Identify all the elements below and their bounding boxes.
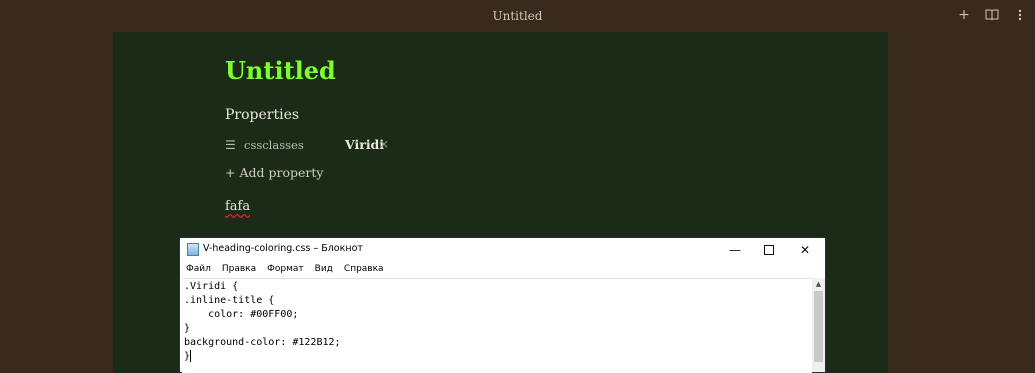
notepad-title: V-heading-coloring.css – Блокнот (203, 243, 363, 254)
code-line: background-color: #122B12; (184, 337, 341, 348)
window-title: Untitled (492, 9, 543, 23)
add-property-button[interactable]: + Add property (225, 165, 323, 180)
plus-icon: + (225, 165, 236, 180)
code-line: .Viridi { (184, 281, 239, 292)
minimize-button[interactable]: — (719, 240, 751, 260)
code-line: .inline-title { (184, 295, 275, 306)
menu-edit[interactable]: Правка (216, 262, 261, 277)
menu-help[interactable]: Справка (338, 262, 389, 277)
property-key[interactable]: cssclasses (244, 138, 304, 152)
close-button[interactable]: ✕ (789, 240, 821, 260)
title-bar: Untitled + (0, 0, 1035, 32)
notepad-app-icon (187, 243, 199, 256)
list-icon: ☰ (225, 138, 236, 152)
menu-format[interactable]: Формат (261, 262, 309, 277)
vertical-scrollbar[interactable]: ▲ (812, 278, 825, 372)
code-line: color: #00FF00; (184, 309, 299, 320)
window-actions: + (957, 8, 1027, 22)
text-caret (190, 350, 191, 362)
scrollbar-thumb[interactable] (814, 291, 823, 362)
notepad-titlebar[interactable]: V-heading-coloring.css – Блокнот — ✕ (180, 238, 825, 261)
properties-heading[interactable]: Properties (225, 107, 299, 123)
notepad-menubar: Файл Правка Формат Вид Справка (180, 262, 825, 277)
menu-file[interactable]: Файл (180, 262, 216, 277)
book-open-icon[interactable] (985, 8, 999, 22)
note-body-text[interactable]: fafa (225, 199, 250, 214)
new-tab-plus-icon[interactable]: + (957, 8, 971, 22)
maximize-button[interactable] (753, 240, 785, 260)
menu-view[interactable]: Вид (309, 262, 338, 277)
inline-title[interactable]: Untitled (225, 56, 336, 85)
code-line: } (184, 323, 191, 334)
property-row-cssclasses: ☰ cssclasses Viridi × (225, 136, 625, 154)
notepad-window: V-heading-coloring.css – Блокнот — ✕ Фай… (179, 237, 826, 373)
scroll-up-arrow-icon[interactable]: ▲ (812, 278, 825, 290)
maximize-icon (764, 245, 774, 255)
notepad-text-area[interactable]: .Viridi { .inline-title { color: #00FF00… (182, 278, 812, 373)
remove-value-icon[interactable]: × (379, 137, 389, 151)
more-vertical-icon[interactable] (1013, 8, 1027, 22)
add-property-label: Add property (239, 165, 324, 180)
